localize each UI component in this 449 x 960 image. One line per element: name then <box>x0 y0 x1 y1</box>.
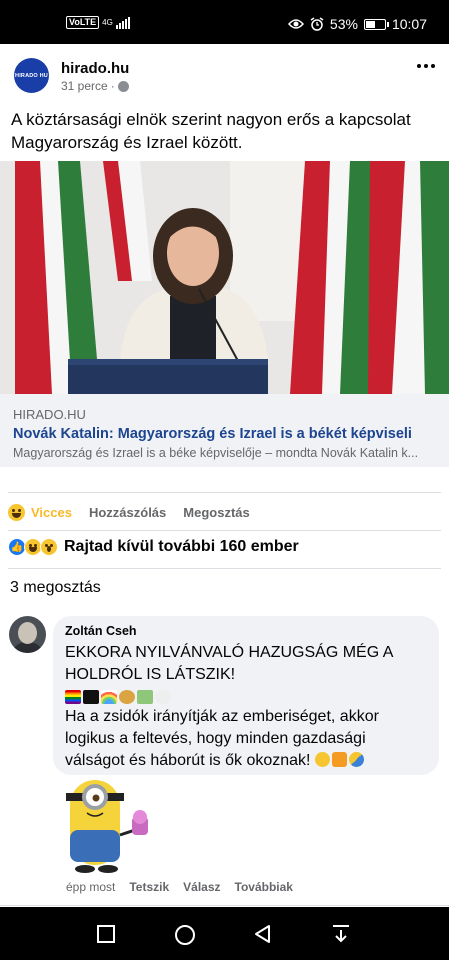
signal-icon <box>115 16 130 29</box>
divider <box>8 492 441 493</box>
battery-icon <box>363 18 389 30</box>
post-action-bar: Vicces Hozzászólás Megosztás <box>8 499 441 525</box>
divider <box>0 905 449 906</box>
rainbow-flag-icon <box>65 690 81 704</box>
volte-badge: VoLTE <box>66 16 100 29</box>
divider <box>8 568 441 569</box>
post-text: A köztársasági elnök szerint nagyon erős… <box>11 110 411 152</box>
banknote-icon <box>137 690 153 704</box>
smiling-face-icon <box>314 752 330 767</box>
reaction-label: Vicces <box>31 504 72 520</box>
divider <box>8 530 441 531</box>
post-time[interactable]: 31 perce <box>61 79 108 93</box>
reaction-icons: 👍 <box>8 538 58 556</box>
reactions-text: Rajtad kívül további 160 ember <box>64 538 299 555</box>
comment-label: Hozzászólás <box>88 504 167 520</box>
avatar-head <box>18 622 37 644</box>
link-description: Magyarország és Izrael is a béke képvise… <box>13 446 419 460</box>
shares-count[interactable]: 3 megosztás <box>10 579 101 597</box>
comment-inline-emojis <box>314 752 364 767</box>
post-image[interactable] <box>0 161 449 394</box>
alarm-icon <box>310 17 324 31</box>
status-right: 53% 10:07 <box>287 16 427 32</box>
link-preview-card[interactable]: HIRADO.HU Novák Katalin: Magyarország és… <box>0 394 449 467</box>
android-nav-bar <box>0 907 449 960</box>
pirate-flag-icon <box>83 690 99 704</box>
home-icon[interactable] <box>174 924 196 946</box>
comment-emoji-row <box>65 688 427 706</box>
comment-button[interactable]: Hozzászólás <box>89 505 166 520</box>
share-button[interactable]: Megosztás <box>183 505 249 520</box>
status-left: VoLTE 4G <box>66 16 130 29</box>
comment-text-line2: Ha a zsidók irányítják az emberiséget, a… <box>65 706 427 772</box>
status-bar: VoLTE 4G 53% 10:07 <box>0 0 449 44</box>
page-avatar[interactable]: HIRADO HU <box>14 58 49 93</box>
rainbow-icon <box>101 690 117 704</box>
battery-percent: 53% <box>329 16 358 32</box>
dot-icon <box>417 64 421 68</box>
network-type: 4G <box>102 18 113 27</box>
comment-reply-button[interactable]: Válasz <box>183 880 220 894</box>
comment-bubble: Zoltán Cseh EKKORA NYILVÁNVALÓ HAZUGSÁG … <box>53 616 439 775</box>
back-icon[interactable] <box>253 924 273 944</box>
link-domain: HIRADO.HU <box>13 407 86 422</box>
dot-icon <box>424 64 428 68</box>
recents-icon[interactable] <box>96 924 116 944</box>
photo-illustration <box>0 161 449 394</box>
minion-sticker[interactable] <box>60 775 160 877</box>
eye-icon <box>287 19 304 29</box>
comment-like-button[interactable]: Tetszik <box>129 880 169 894</box>
meta-separator: · <box>110 79 115 93</box>
comment-more-button[interactable]: Továbbiak <box>235 880 293 894</box>
battery-fill <box>365 20 375 28</box>
share-label: Megosztás <box>183 504 250 520</box>
clock: 10:07 <box>391 16 427 32</box>
vs-button-icon <box>331 752 347 767</box>
link-title[interactable]: Novák Katalin: Magyarország és Izrael is… <box>13 426 436 442</box>
money-bag-icon <box>119 690 135 704</box>
comment-author[interactable]: Zoltán Cseh <box>65 624 427 638</box>
haha-reaction-button[interactable]: Vicces <box>8 503 72 521</box>
skull-crossbones-icon <box>155 690 171 704</box>
theater-masks-icon <box>348 752 364 767</box>
post-header: HIRADO HU hirado.hu 31 perce · <box>14 56 435 96</box>
page-name[interactable]: hirado.hu <box>61 60 129 77</box>
comment-actions: épp most Tetszik Válasz Továbbiak <box>66 880 293 894</box>
globe-icon <box>117 80 129 92</box>
post-meta: 31 perce · <box>61 79 129 93</box>
reactions-summary[interactable]: 👍 Rajtad kívül további 160 ember <box>8 538 441 556</box>
more-options-button[interactable] <box>417 64 435 68</box>
haha-emoji-icon <box>8 503 25 521</box>
dot-icon <box>431 64 435 68</box>
comment-text-line1: EKKORA NYILVÁNVALÓ HAZUGSÁG MÉG A HOLDRÓ… <box>65 644 393 683</box>
notification-pulldown-icon[interactable] <box>331 924 351 944</box>
wow-emoji-icon <box>40 538 58 556</box>
comment-time: épp most <box>66 880 116 894</box>
commenter-avatar[interactable] <box>9 616 46 653</box>
